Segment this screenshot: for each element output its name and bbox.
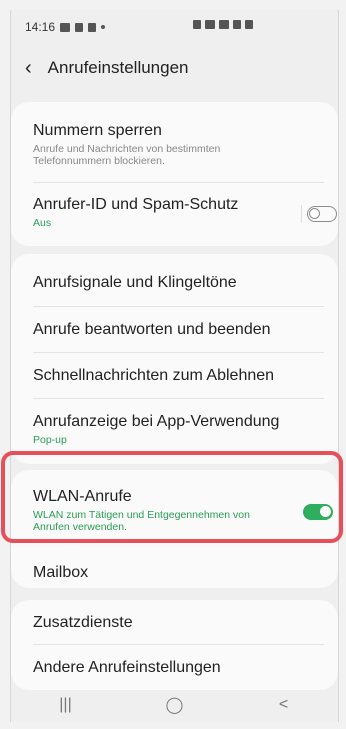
mute-icon: [193, 20, 201, 29]
wifi-call-icon: [219, 20, 229, 29]
divider: [33, 352, 324, 353]
wlan-calls-toggle[interactable]: [303, 504, 333, 520]
recent-apps-icon[interactable]: |||: [36, 696, 96, 714]
row-extra-services[interactable]: Zusatzdienste: [33, 614, 324, 632]
row-other-settings[interactable]: Andere Anrufeinstellungen: [33, 659, 324, 677]
row-title: Mailbox: [33, 564, 89, 581]
toggle-knob: [309, 208, 320, 219]
row-title: WLAN-Anrufe: [33, 488, 132, 505]
row-call-display[interactable]: Anrufanzeige bei App-Verwendung Pop-up: [33, 413, 324, 446]
row-title: Anrufer-ID und Spam-Schutz: [33, 196, 239, 213]
spam-toggle[interactable]: [307, 206, 337, 222]
row-title: Zusatzdienste: [33, 614, 133, 631]
divider: [33, 306, 324, 307]
row-caller-id-spam[interactable]: Anrufer-ID und Spam-Schutz Aus: [33, 196, 324, 229]
row-title: Andere Anrufeinstellungen: [33, 659, 221, 676]
settings-card-3: WLAN-Anrufe WLAN zum Tätigen und Entgege…: [11, 470, 338, 588]
row-title: Anrufsignale und Klingeltöne: [33, 274, 237, 291]
battery-icon: [245, 20, 253, 29]
back-arrow-icon[interactable]: ‹: [25, 58, 32, 78]
settings-card-4: Zusatzdienste Andere Anrufeinstellungen: [11, 600, 338, 690]
row-wlan-calls[interactable]: WLAN-Anrufe WLAN zum Tätigen und Entgege…: [33, 488, 324, 533]
settings-card-2: Anrufsignale und Klingeltöne Anrufe bean…: [11, 254, 338, 464]
row-title: Anrufanzeige bei App-Verwendung: [33, 413, 280, 430]
row-subtitle: WLAN zum Tätigen und Entgegennehmen von …: [33, 509, 250, 533]
row-ringtones[interactable]: Anrufsignale und Klingeltöne: [33, 274, 324, 292]
row-block-numbers[interactable]: Nummern sperren Anrufe und Nachrichten v…: [33, 122, 324, 167]
app-header: ‹ Anrufeinstellungen: [11, 44, 338, 92]
row-status: Pop-up: [33, 434, 67, 446]
phone-screen: 14:16 ‹ Anrufeinstellungen Nummern sperr…: [10, 10, 339, 722]
settings-card-1: Nummern sperren Anrufe und Nachrichten v…: [11, 102, 338, 246]
row-subtitle: Anrufe und Nachrichten von bestimmten Te…: [33, 143, 221, 167]
row-title: Schnellnachrichten zum Ablehnen: [33, 367, 275, 384]
page-title: Anrufeinstellungen: [47, 58, 189, 77]
wifi-icon: [205, 20, 215, 29]
navigation-bar: ||| ◯ <: [11, 688, 338, 722]
divider: [33, 398, 324, 399]
home-icon[interactable]: ◯: [145, 695, 205, 715]
row-mailbox[interactable]: Mailbox: [33, 564, 324, 582]
divider: [33, 644, 324, 645]
vertical-separator: [301, 205, 302, 223]
gallery-icon: [60, 22, 71, 32]
signal-icon: [233, 20, 241, 29]
settings-icon: [75, 22, 84, 32]
back-icon[interactable]: <: [254, 696, 314, 714]
dot-icon: [101, 25, 106, 29]
divider: [33, 182, 324, 183]
status-bar: 14:16: [11, 10, 338, 44]
row-title: Anrufe beantworten und beenden: [33, 321, 271, 338]
status-time: 14:16: [25, 20, 56, 34]
row-status: Aus: [33, 217, 52, 229]
row-quick-decline[interactable]: Schnellnachrichten zum Ablehnen: [33, 367, 324, 385]
toggle-knob: [320, 506, 331, 517]
notification-icon: [88, 22, 97, 32]
row-answer-end[interactable]: Anrufe beantworten und beenden: [33, 321, 324, 339]
row-title: Nummern sperren: [33, 122, 162, 139]
